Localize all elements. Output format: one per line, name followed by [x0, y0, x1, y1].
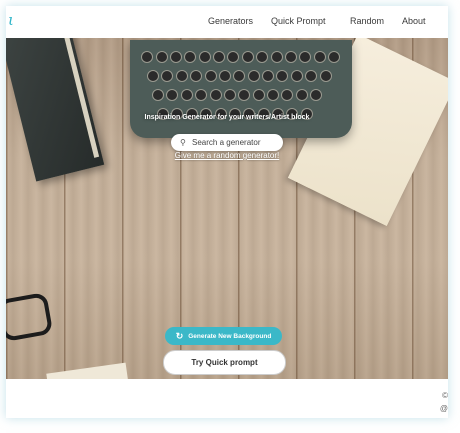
search-box[interactable]: ⚲: [171, 134, 283, 151]
top-navbar: ι Generators Quick Prompt Random About: [6, 6, 448, 38]
generate-background-button[interactable]: ↻ Generate New Background: [165, 327, 282, 345]
nav-generators[interactable]: Generators: [208, 16, 253, 26]
refresh-icon: ↻: [175, 330, 184, 341]
logo[interactable]: ι: [8, 11, 14, 29]
quick-prompt-button[interactable]: Try Quick prompt: [163, 350, 286, 375]
footer: © @: [6, 379, 448, 418]
search-input[interactable]: [192, 135, 276, 149]
nav-random[interactable]: Random: [350, 16, 384, 26]
nav-about[interactable]: About: [402, 16, 426, 26]
book-pages: [61, 38, 100, 158]
glasses-image: [6, 291, 54, 343]
nav-quick-prompt[interactable]: Quick Prompt: [271, 16, 326, 26]
generate-background-label: Generate New Background: [188, 332, 272, 340]
hero-tagline: Inspiration Generator for your writers/A…: [144, 114, 310, 121]
footer-at-icon[interactable]: @: [440, 404, 448, 413]
random-generator-link[interactable]: Give me a random generator!: [6, 151, 448, 160]
hero-background: Inspiration Generator for your writers/A…: [6, 38, 448, 379]
paper-image: [46, 362, 130, 379]
typewriter-image: [130, 40, 352, 138]
footer-copyright-icon: ©: [442, 391, 448, 400]
quick-prompt-label: Try Quick prompt: [191, 358, 258, 367]
search-icon: ⚲: [180, 138, 186, 147]
book-image: [6, 38, 105, 182]
app-window: ι Generators Quick Prompt Random About I…: [6, 6, 448, 418]
